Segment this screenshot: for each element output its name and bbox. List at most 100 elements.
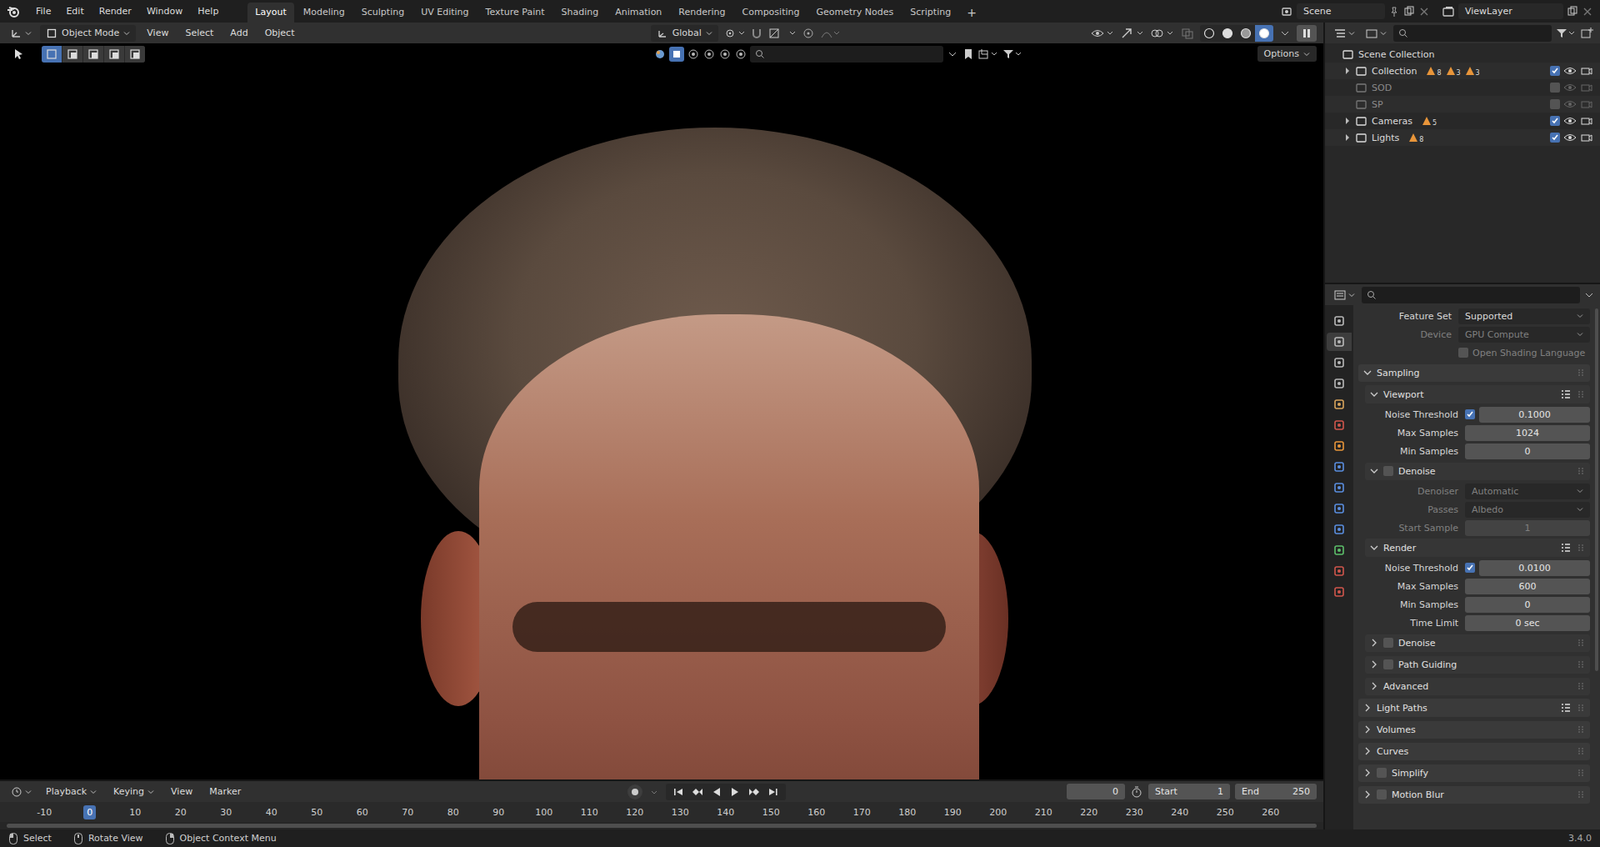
properties-tab[interactable] xyxy=(1326,520,1352,539)
editor-type-button[interactable] xyxy=(6,784,35,800)
panel-header[interactable]: Render xyxy=(1365,538,1590,557)
workspace-tab[interactable]: Modeling xyxy=(295,2,353,23)
bookmark-icon[interactable] xyxy=(961,47,975,61)
render-camera-icon[interactable] xyxy=(1580,65,1594,77)
chevron-icon[interactable] xyxy=(1583,289,1595,301)
scroll-thumb[interactable] xyxy=(1595,308,1599,671)
drag-handle-icon[interactable] xyxy=(1576,680,1585,691)
workspace-tab[interactable]: Shading xyxy=(554,2,607,23)
start-frame-field[interactable]: Start1 xyxy=(1148,783,1230,800)
panel-header[interactable]: Denoise xyxy=(1365,634,1590,652)
panel-header[interactable]: Motion Blur xyxy=(1358,785,1590,804)
outliner-row[interactable]: SOD xyxy=(1325,79,1600,96)
eye-icon[interactable] xyxy=(1563,81,1577,94)
outliner-row[interactable]: Collection833 xyxy=(1325,62,1600,80)
property-number-field[interactable]: 1024 xyxy=(1465,425,1590,441)
display-mode-button[interactable] xyxy=(1361,25,1390,41)
render-camera-icon[interactable] xyxy=(1580,98,1594,110)
timeline-menu-item[interactable]: Playback xyxy=(40,783,103,800)
select-tool-icon[interactable] xyxy=(11,46,27,62)
drag-handle-icon[interactable] xyxy=(1576,702,1585,713)
property-dropdown[interactable]: Supported xyxy=(1458,308,1590,325)
select-mode-button[interactable] xyxy=(104,45,125,63)
outliner-search[interactable] xyxy=(1393,25,1552,42)
scene-icon[interactable] xyxy=(1280,5,1294,19)
drag-handle-icon[interactable] xyxy=(1576,659,1585,670)
timeline-menu-item[interactable]: Keying xyxy=(107,783,160,800)
workspace-tab[interactable]: Scripting xyxy=(902,2,959,23)
chevron-icon[interactable] xyxy=(647,786,661,797)
shading-button[interactable] xyxy=(1255,25,1274,42)
properties-tab[interactable] xyxy=(1326,353,1352,372)
timeline-menu-item[interactable]: View xyxy=(165,783,199,800)
filter-icon[interactable] xyxy=(718,47,732,61)
drag-handle-icon[interactable] xyxy=(1576,542,1585,553)
outliner-row[interactable]: Lights8 xyxy=(1325,129,1600,146)
properties-search[interactable] xyxy=(1361,286,1580,304)
panel-header[interactable]: Viewport xyxy=(1365,385,1590,404)
outliner-row[interactable]: Scene Collection xyxy=(1325,45,1600,63)
shading-button[interactable] xyxy=(1218,25,1237,42)
drag-handle-icon[interactable] xyxy=(1576,389,1585,400)
pause-render-button[interactable] xyxy=(1296,25,1317,42)
properties-tab[interactable] xyxy=(1326,457,1352,476)
drag-handle-icon[interactable] xyxy=(1576,637,1585,648)
properties-tab[interactable] xyxy=(1326,478,1352,497)
select-mode-button[interactable] xyxy=(83,45,104,63)
viewport-menu-item[interactable]: View xyxy=(140,25,175,41)
view-layer-icon[interactable] xyxy=(1441,5,1455,19)
workspace-tab[interactable]: Rendering xyxy=(670,2,733,23)
filter-icon[interactable] xyxy=(702,47,716,61)
stopwatch-icon[interactable] xyxy=(1130,785,1144,799)
blender-logo-icon[interactable] xyxy=(6,5,20,19)
property-number-field[interactable]: 600 xyxy=(1465,578,1590,595)
panel-checkbox[interactable] xyxy=(1383,659,1394,670)
panel-header[interactable]: Denoise xyxy=(1365,462,1590,480)
outliner-row[interactable]: SP xyxy=(1325,95,1600,113)
viewport-menu-item[interactable]: Object xyxy=(259,25,301,41)
property-number-field[interactable]: 0 xyxy=(1465,596,1590,613)
property-dropdown[interactable]: Albedo xyxy=(1465,501,1590,518)
property-dropdown[interactable]: GPU Compute xyxy=(1458,326,1590,343)
search-field[interactable] xyxy=(750,45,944,63)
viewport-menu-item[interactable]: Add xyxy=(224,25,254,41)
properties-tab[interactable] xyxy=(1326,332,1352,351)
render-camera-icon[interactable] xyxy=(1580,81,1594,94)
eye-icon[interactable] xyxy=(1563,131,1577,144)
close-icon[interactable] xyxy=(1581,5,1594,18)
properties-tab[interactable] xyxy=(1326,311,1352,330)
play-icon[interactable] xyxy=(729,786,741,797)
panel-checkbox[interactable] xyxy=(1376,789,1387,800)
properties-tab[interactable] xyxy=(1326,499,1352,518)
panel-header[interactable]: Simplify xyxy=(1358,764,1590,782)
presets-icon[interactable] xyxy=(1560,541,1572,554)
workspace-tab[interactable]: UV Editing xyxy=(413,2,476,23)
jump-end-icon[interactable] xyxy=(767,786,780,797)
include-checkbox[interactable] xyxy=(1550,82,1560,93)
frame-ruler[interactable]: -100102030405060708090100110120130140150… xyxy=(0,801,1324,822)
properties-tab[interactable] xyxy=(1326,582,1352,601)
editor-type-button[interactable] xyxy=(6,25,35,41)
panel-header[interactable]: Volumes xyxy=(1358,720,1590,739)
mode-dropdown[interactable]: Object Mode xyxy=(40,25,136,42)
drag-handle-icon[interactable] xyxy=(1576,789,1585,800)
select-mode-button[interactable] xyxy=(62,45,83,63)
pin-icon[interactable] xyxy=(1388,5,1400,18)
menu-item[interactable]: Edit xyxy=(60,3,90,20)
properties-tab[interactable] xyxy=(1326,561,1352,580)
overlays-icon[interactable] xyxy=(1150,26,1175,40)
properties-tab[interactable] xyxy=(1326,374,1352,393)
include-checkbox[interactable] xyxy=(1550,99,1560,110)
shading-button[interactable] xyxy=(1236,25,1255,42)
presets-icon[interactable] xyxy=(1560,388,1572,400)
menu-item[interactable]: Help xyxy=(191,3,225,20)
menu-item[interactable]: Render xyxy=(93,3,138,20)
panel-header[interactable]: Advanced xyxy=(1365,677,1590,695)
panel-header[interactable]: Sampling xyxy=(1358,364,1590,382)
workspace-tab[interactable]: Compositing xyxy=(735,2,808,23)
filter-icon[interactable] xyxy=(734,47,748,61)
drag-handle-icon[interactable] xyxy=(1576,367,1585,378)
eye-icon[interactable] xyxy=(1563,98,1577,110)
properties-tab[interactable] xyxy=(1326,395,1352,414)
property-number-field[interactable]: 0.1000 xyxy=(1479,406,1590,423)
